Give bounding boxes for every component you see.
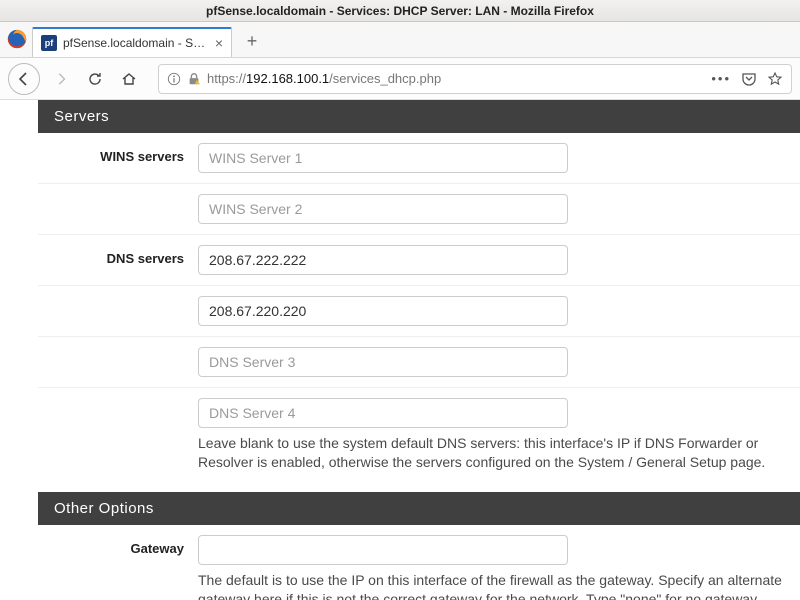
wins-servers-label: WINS servers — [38, 143, 198, 173]
lock-warning-icon[interactable] — [187, 72, 201, 86]
dns-server-4-input[interactable] — [198, 398, 568, 428]
section-other-options: Gateway The default is to use the IP on … — [38, 525, 800, 600]
gateway-input[interactable] — [198, 535, 568, 565]
browser-tab-active[interactable]: pf pfSense.localdomain - Se… × — [32, 27, 232, 57]
bookmark-star-icon[interactable] — [767, 71, 783, 87]
section-header-servers: Servers — [38, 100, 800, 133]
dns-servers-label: DNS servers — [38, 245, 198, 275]
tab-title: pfSense.localdomain - Se… — [63, 36, 211, 50]
page-content: Servers WINS servers DNS servers — [0, 100, 800, 600]
browser-navbar: https://192.168.100.1/services_dhcp.php … — [0, 58, 800, 100]
nav-reload-button[interactable] — [82, 66, 108, 92]
new-tab-button[interactable]: + — [238, 27, 266, 55]
dns-help-text: Leave blank to use the system default DN… — [198, 434, 784, 472]
nav-forward-button — [48, 66, 74, 92]
nav-home-button[interactable] — [116, 66, 142, 92]
firefox-app-icon — [6, 28, 28, 50]
gateway-label: Gateway — [38, 535, 198, 600]
url-bar[interactable]: https://192.168.100.1/services_dhcp.php … — [158, 64, 792, 94]
wins-server-2-input[interactable] — [198, 194, 568, 224]
section-header-other-options: Other Options — [38, 492, 800, 525]
info-icon[interactable] — [167, 72, 181, 86]
tab-close-icon[interactable]: × — [215, 35, 223, 51]
dns-server-2-input[interactable] — [198, 296, 568, 326]
dns-server-1-input[interactable] — [198, 245, 568, 275]
pocket-icon[interactable] — [741, 71, 757, 87]
section-servers: WINS servers DNS servers — [38, 133, 800, 482]
url-text: https://192.168.100.1/services_dhcp.php — [207, 71, 441, 86]
browser-tabstrip: pf pfSense.localdomain - Se… × + — [0, 22, 800, 58]
page-actions-icon[interactable]: ••• — [711, 71, 731, 86]
wins-server-1-input[interactable] — [198, 143, 568, 173]
dns-server-3-input[interactable] — [198, 347, 568, 377]
gateway-help-text: The default is to use the IP on this int… — [198, 571, 784, 600]
window-titlebar: pfSense.localdomain - Services: DHCP Ser… — [0, 0, 800, 22]
nav-back-button[interactable] — [8, 63, 40, 95]
pfsense-favicon: pf — [41, 35, 57, 51]
